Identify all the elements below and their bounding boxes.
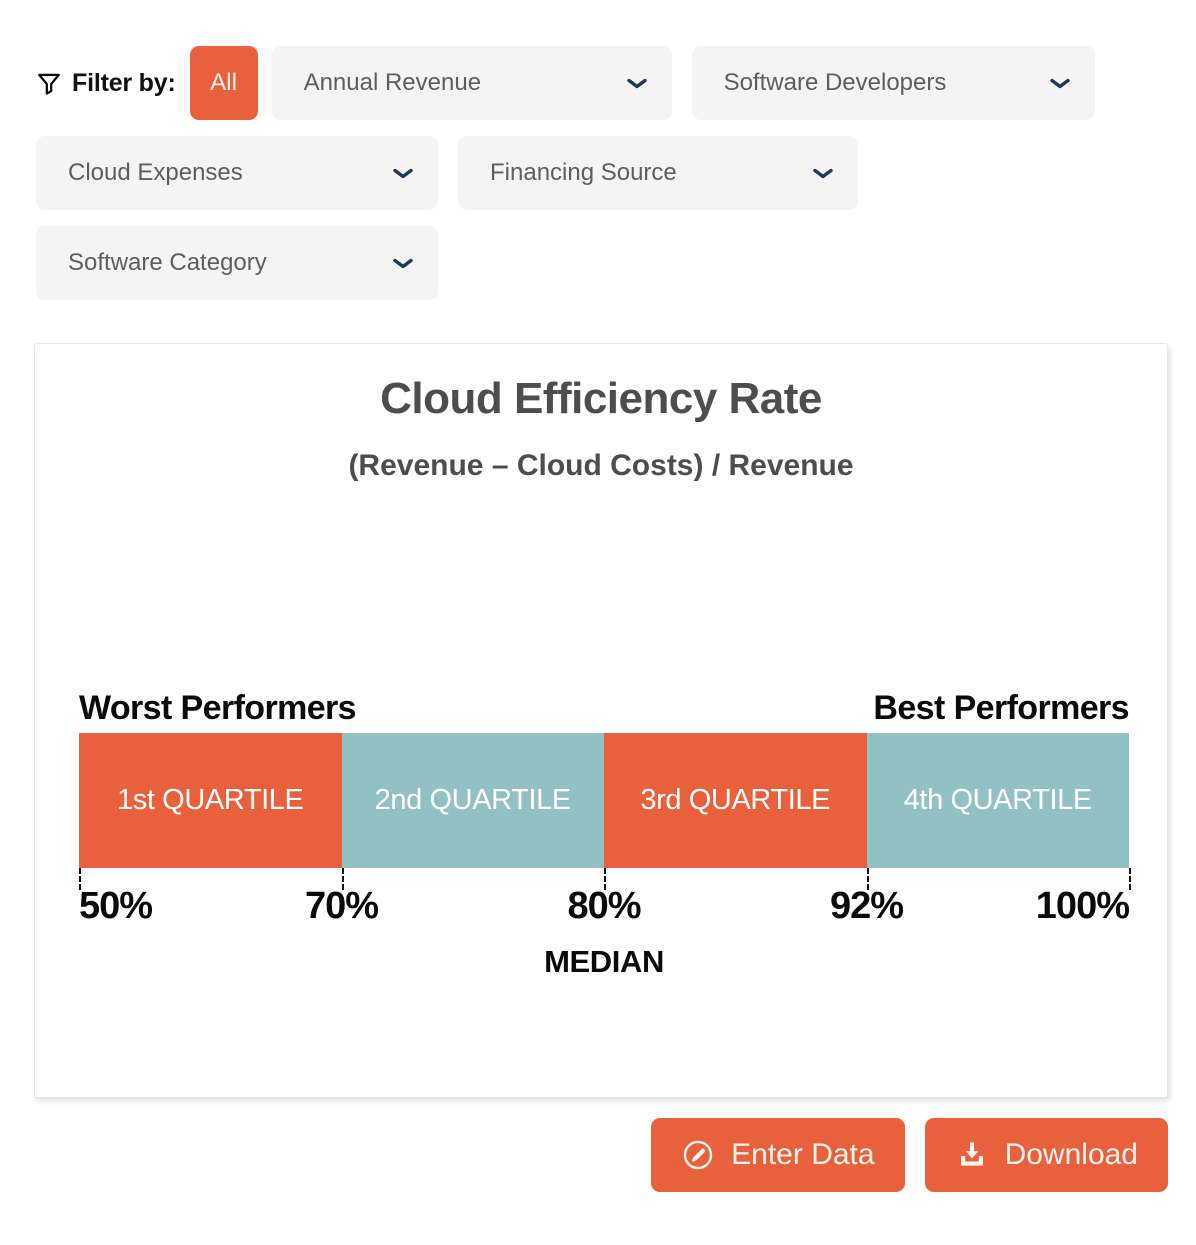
dropdown-annual-revenue-label: Annual Revenue <box>303 69 482 96</box>
action-button-group: Enter Data Download <box>651 1118 1168 1192</box>
filter-bar: Filter by: All Annual Revenue Software D… <box>36 46 1166 316</box>
filter-row-3: Software Category <box>36 226 1166 300</box>
chevron-down-icon <box>1047 75 1073 91</box>
filter-by-label: Filter by: <box>72 68 176 97</box>
dropdown-cloud-expenses[interactable]: Cloud Expenses <box>36 136 438 210</box>
quartile-chart: Worst Performers Best Performers 1st QUA… <box>79 689 1131 989</box>
median-label: MEDIAN <box>544 944 664 979</box>
filter-funnel-icon <box>36 70 62 96</box>
filter-row-1: Filter by: All Annual Revenue Software D… <box>36 46 1166 120</box>
filter-row-2: Cloud Expenses Financing Source <box>36 136 1166 210</box>
best-performers-label: Best Performers <box>873 689 1129 727</box>
dropdown-software-category[interactable]: Software Category <box>36 226 438 300</box>
chevron-down-icon <box>390 255 416 271</box>
quartile-segment-3-label: 3rd QUARTILE <box>640 784 831 816</box>
axis-tick-label: 100% <box>1035 885 1130 927</box>
axis-tick-label: 50% <box>79 885 153 927</box>
quartile-segment-1: 1st QUARTILE <box>79 733 342 868</box>
dropdown-financing-source-label: Financing Source <box>490 159 677 186</box>
dropdown-annual-revenue[interactable]: Annual Revenue <box>271 46 672 120</box>
filter-chip-all[interactable]: All <box>189 46 258 120</box>
enter-data-button[interactable]: Enter Data <box>651 1118 905 1192</box>
quartile-segment-3: 3rd QUARTILE <box>604 733 867 868</box>
chart-title: Cloud Efficiency Rate <box>380 374 822 423</box>
axis-tick-label: 80% <box>567 885 641 927</box>
chevron-down-icon <box>390 165 416 181</box>
worst-performers-label: Worst Performers <box>79 689 357 727</box>
axis-tick-labels: 50% 70% 80% 92% 100% <box>79 885 1130 941</box>
axis-tick <box>1129 868 1131 890</box>
quartile-segment-4-label: 4th QUARTILE <box>903 784 1092 816</box>
axis-tick-label: 70% <box>304 885 379 927</box>
filter-by-group: Filter by: <box>36 47 176 119</box>
quartile-segment-2-label: 2nd QUARTILE <box>374 784 572 816</box>
quartile-segment-2: 2nd QUARTILE <box>341 733 604 868</box>
endcap-row: Worst Performers Best Performers <box>79 689 1130 733</box>
chevron-down-icon <box>810 165 836 181</box>
download-icon <box>955 1138 989 1172</box>
dropdown-cloud-expenses-label: Cloud Expenses <box>68 159 243 186</box>
quartile-segment-4: 4th QUARTILE <box>866 733 1129 868</box>
quartile-bar: 1st QUARTILE 2nd QUARTILE 3rd QUARTILE 4… <box>79 733 1129 868</box>
dropdown-software-developers-label: Software Developers <box>723 69 947 96</box>
axis-tick-label: 92% <box>829 885 904 927</box>
quartile-segment-1-label: 1st QUARTILE <box>117 784 304 816</box>
dropdown-financing-source[interactable]: Financing Source <box>458 136 858 210</box>
chart-subtitle: (Revenue – Cloud Costs) / Revenue <box>348 449 854 482</box>
dropdown-software-developers[interactable]: Software Developers <box>691 46 1095 120</box>
download-button[interactable]: Download <box>924 1118 1168 1192</box>
chevron-down-icon <box>624 75 650 91</box>
enter-data-button-label: Enter Data <box>731 1138 875 1171</box>
pencil-circle-icon <box>681 1138 715 1172</box>
chart-card: Cloud Efficiency Rate (Revenue – Cloud C… <box>34 343 1168 1098</box>
dropdown-software-category-label: Software Category <box>68 249 267 276</box>
download-button-label: Download <box>1004 1138 1138 1171</box>
